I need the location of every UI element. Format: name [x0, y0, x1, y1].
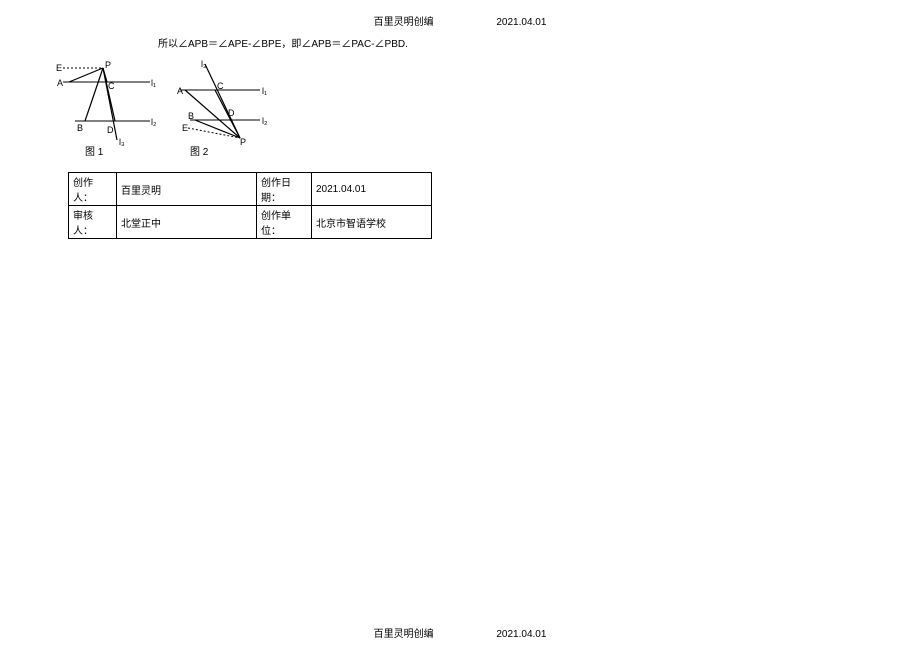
fig1-label-l2: l₂ [151, 117, 157, 127]
creation-unit-label: 创作单位： [257, 206, 312, 239]
creation-date-label: 创作日期： [257, 173, 312, 206]
page-header: 百里灵明创编 2021.04.01 [0, 13, 920, 28]
fig1-label-B: B [77, 123, 83, 133]
footer-date: 2021.04.01 [496, 629, 546, 640]
fig2-label-B: B [188, 111, 194, 121]
fig1-label-l1: l₁ [151, 78, 156, 88]
header-author: 百里灵明创编 [374, 13, 434, 28]
figure-1-caption: 图 1 [85, 143, 103, 158]
creation-date-value: 2021.04.01 [312, 173, 432, 206]
creator-value: 百里灵明 [117, 173, 257, 206]
figure-1-svg: E P A C B D l₁ l₂ l₃ l₃ A C l₁ B D l₂ E [55, 58, 275, 148]
footer-author: 百里灵明创编 [374, 625, 434, 640]
reviewer-label: 审核人： [69, 206, 117, 239]
fig2-label-A: A [177, 86, 183, 96]
fig1-label-C: C [108, 81, 115, 91]
table-row: 创作人： 百里灵明 创作日期： 2021.04.01 [69, 173, 432, 206]
fig1-label-E: E [56, 63, 62, 73]
figure-2-caption: 图 2 [190, 143, 208, 158]
fig1-label-A: A [57, 78, 63, 88]
fig1-label-l3: l₃ [119, 137, 125, 147]
table-row: 审核人： 北堂正中 创作单位： 北京市智语学校 [69, 206, 432, 239]
fig2-label-P: P [240, 137, 246, 147]
metadata-table: 创作人： 百里灵明 创作日期： 2021.04.01 审核人： 北堂正中 创作单… [68, 172, 432, 239]
creator-label: 创作人： [69, 173, 117, 206]
page-footer: 百里灵明创编 2021.04.01 [0, 625, 920, 640]
fig2-label-l2: l₂ [262, 116, 268, 126]
fig2-label-l3: l₃ [201, 59, 207, 69]
fig2-label-l1: l₁ [262, 86, 267, 96]
fig2-label-E: E [182, 123, 188, 133]
proof-statement: 所以∠APB＝∠APE-∠BPE，即∠APB＝∠PAC-∠PBD. [158, 35, 408, 50]
fig1-label-D: D [107, 125, 114, 135]
fig1-label-P: P [105, 60, 111, 70]
header-date: 2021.04.01 [496, 17, 546, 28]
fig2-label-D: D [228, 108, 235, 118]
fig2-label-C: C [217, 81, 224, 91]
reviewer-value: 北堂正中 [117, 206, 257, 239]
creation-unit-value: 北京市智语学校 [312, 206, 432, 239]
